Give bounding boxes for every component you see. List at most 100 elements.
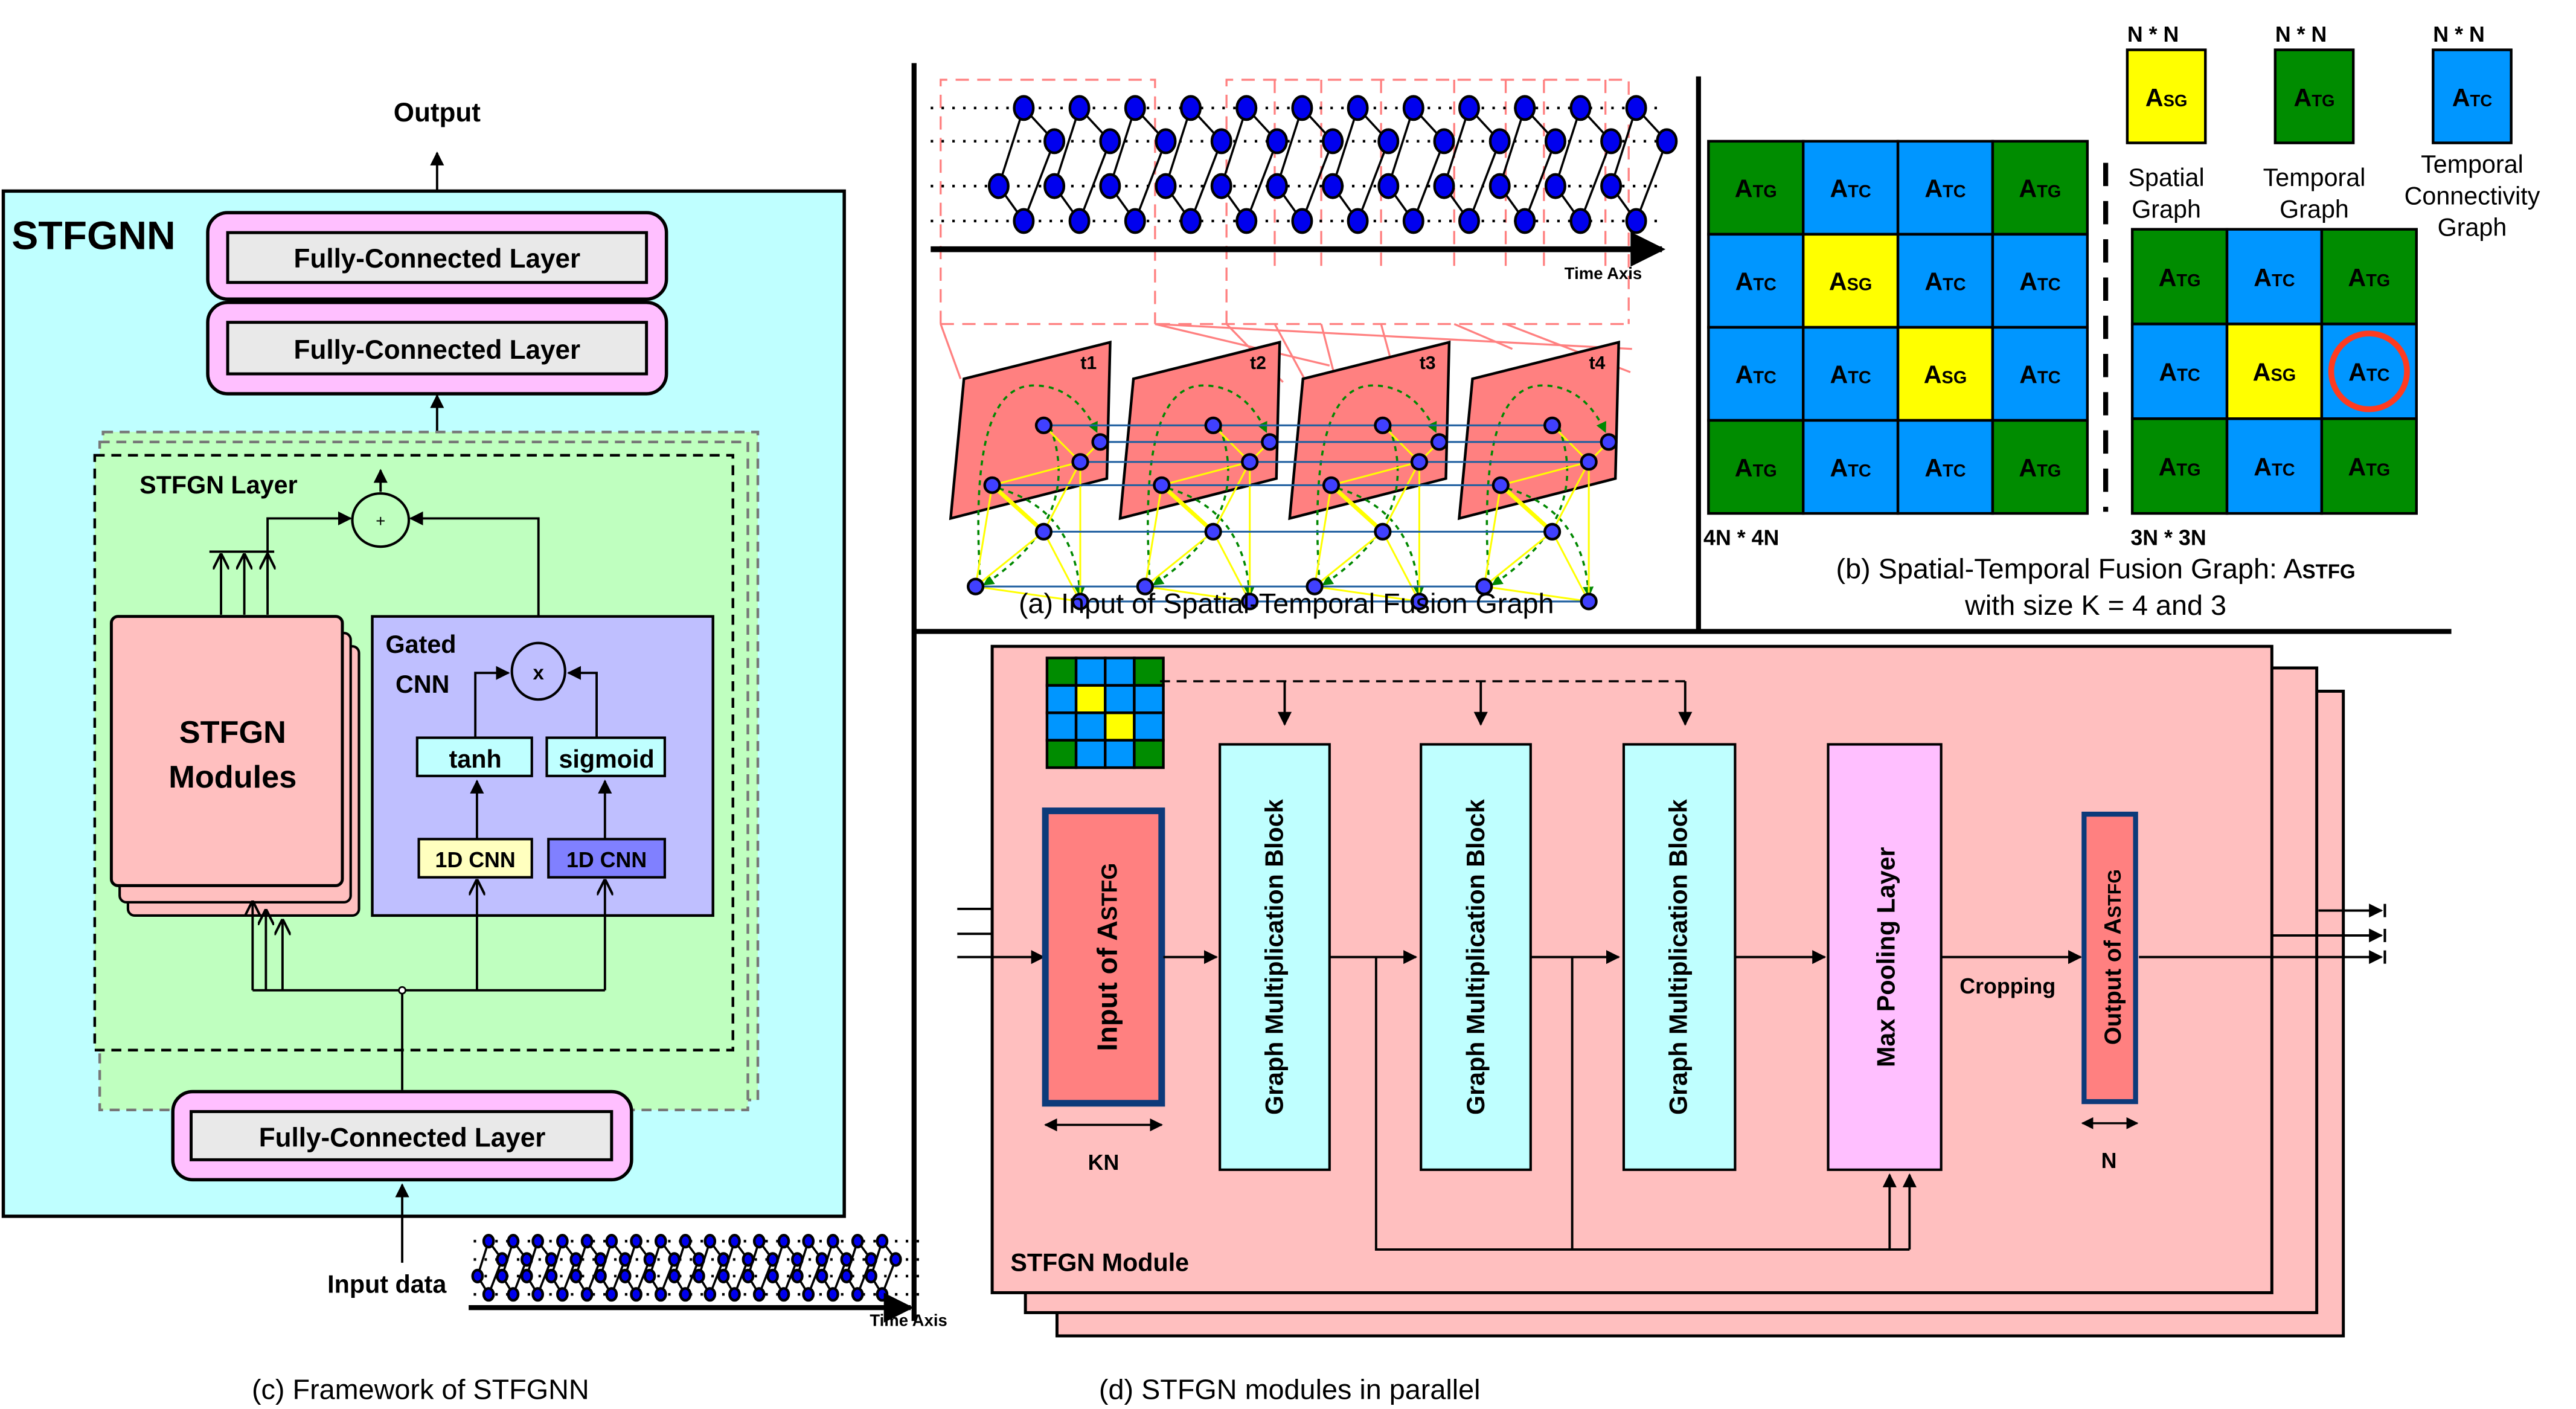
graph-node bbox=[1377, 128, 1400, 155]
graph-node bbox=[1433, 173, 1455, 199]
graph-node bbox=[1458, 95, 1480, 121]
graph-node bbox=[507, 1234, 520, 1249]
graph-node bbox=[1179, 208, 1202, 234]
plane-time-label: t1 bbox=[1080, 353, 1097, 373]
caption-d: (d) STFGN modules in parallel bbox=[1099, 1374, 1481, 1405]
graph-node bbox=[1013, 208, 1035, 234]
graph-node bbox=[851, 1234, 864, 1249]
graph-node bbox=[1322, 128, 1344, 155]
spatial-node bbox=[1091, 433, 1109, 451]
graph-node bbox=[1124, 95, 1146, 121]
input-time-axis-label: Time Axis bbox=[870, 1311, 947, 1329]
svg-text:sigmoid: sigmoid bbox=[559, 745, 654, 773]
cropping-label: Cropping bbox=[1959, 974, 2055, 998]
graph-legend: N * NASGSpatialGraphN * NATGTemporalGrap… bbox=[2126, 22, 2540, 242]
spatial-node bbox=[1241, 453, 1259, 471]
graph-node bbox=[987, 173, 1010, 199]
matrix-cell-sg bbox=[1104, 711, 1136, 742]
spatial-edge bbox=[1144, 531, 1214, 588]
window-connector bbox=[1453, 323, 1513, 350]
matrix-4n-size: 4N * 4N bbox=[1703, 525, 1779, 550]
fc-layer-mid-label: Fully-Connected Layer bbox=[294, 335, 581, 365]
graph-node bbox=[876, 1234, 889, 1249]
graph-node bbox=[1068, 208, 1091, 234]
graph-node bbox=[520, 1268, 533, 1284]
matrix-cell-tc bbox=[1074, 739, 1107, 769]
sliding-window bbox=[940, 79, 1156, 324]
graph-node bbox=[668, 1268, 681, 1284]
svg-text:x: x bbox=[533, 661, 545, 684]
graph-node bbox=[1099, 128, 1121, 155]
graph-node bbox=[791, 1268, 804, 1284]
spatial-node bbox=[1071, 453, 1089, 471]
matrix-cell-tg bbox=[1045, 656, 1078, 687]
graph-node bbox=[1291, 208, 1313, 234]
graph-node bbox=[643, 1268, 656, 1284]
svg-text:1D CNN: 1D CNN bbox=[566, 848, 647, 872]
graph-node bbox=[742, 1268, 755, 1284]
graph-node bbox=[1458, 208, 1480, 234]
graph-node bbox=[1600, 173, 1623, 199]
graph-node bbox=[1514, 95, 1536, 121]
fc-layer-bottom-label: Fully-Connected Layer bbox=[259, 1123, 546, 1152]
graph-node bbox=[580, 1287, 594, 1302]
graph-node bbox=[889, 1252, 902, 1267]
spatial-node bbox=[1204, 416, 1222, 434]
spatial-edge bbox=[1551, 531, 1590, 602]
spatial-node bbox=[1410, 453, 1429, 471]
graph-node bbox=[1625, 95, 1647, 121]
panel-c: Output STFGNN Fully-Connected Layer Full… bbox=[1, 98, 947, 1405]
spatial-node bbox=[1580, 453, 1598, 471]
graph-node bbox=[520, 1252, 533, 1267]
graph-node bbox=[1488, 173, 1511, 199]
graph-node bbox=[840, 1268, 853, 1284]
graph-node bbox=[1347, 95, 1369, 121]
graph-node bbox=[605, 1234, 618, 1249]
matrix-cell-sg bbox=[1074, 684, 1107, 714]
spatial-node bbox=[1204, 522, 1222, 541]
legend-name: Graph bbox=[2280, 195, 2349, 223]
stfgnn-title: STFGNN bbox=[11, 213, 176, 258]
kn-label: KN bbox=[1088, 1151, 1120, 1175]
graph-node bbox=[1099, 173, 1121, 199]
graph-node bbox=[827, 1287, 839, 1302]
stfgn-modules-line2: Modules bbox=[168, 760, 296, 795]
graph-node bbox=[471, 1268, 484, 1284]
graph-node bbox=[507, 1287, 520, 1302]
spatial-node bbox=[983, 476, 1001, 494]
graph-node bbox=[766, 1268, 779, 1284]
graph-node bbox=[827, 1234, 839, 1249]
graph-node bbox=[693, 1252, 705, 1267]
matrix-cell-tg bbox=[1045, 739, 1078, 769]
graph-node bbox=[1514, 208, 1536, 234]
graph-node bbox=[752, 1234, 766, 1249]
gmb-2-label: Graph Multiplication Block bbox=[1462, 799, 1490, 1115]
window-connector bbox=[1320, 324, 1336, 376]
graph-node bbox=[1322, 173, 1344, 199]
window-connector bbox=[1155, 323, 1632, 350]
matrix-cell-tg bbox=[1133, 656, 1165, 687]
graph-node bbox=[569, 1252, 583, 1267]
legend-size-label: N * N bbox=[2433, 22, 2484, 47]
graph-node bbox=[545, 1268, 558, 1284]
sliding-window bbox=[1225, 79, 1630, 324]
graph-node bbox=[728, 1234, 741, 1249]
spatial-node bbox=[1543, 416, 1562, 434]
stfgn-modules-line1: STFGN bbox=[179, 715, 286, 750]
graph-node bbox=[630, 1287, 642, 1302]
graph-node bbox=[851, 1287, 864, 1302]
gated-cnn-line1: Gated bbox=[386, 631, 457, 658]
graph-node bbox=[605, 1287, 618, 1302]
graph-node bbox=[1043, 128, 1066, 155]
gmb-1-label: Graph Multiplication Block bbox=[1261, 799, 1289, 1115]
graph-node bbox=[1402, 208, 1424, 234]
graph-node bbox=[1043, 173, 1066, 199]
graph-node bbox=[840, 1252, 853, 1267]
n-label: N bbox=[2101, 1149, 2117, 1173]
graph-node bbox=[777, 1234, 790, 1249]
graph-node bbox=[1235, 95, 1258, 121]
spatial-node bbox=[1600, 433, 1618, 451]
legend-name: Temporal bbox=[2421, 150, 2523, 178]
output-label: Output bbox=[394, 98, 481, 127]
caption-b-line1: (b) Spatial-Temporal Fusion Graph: ASTFG bbox=[1836, 553, 2355, 584]
